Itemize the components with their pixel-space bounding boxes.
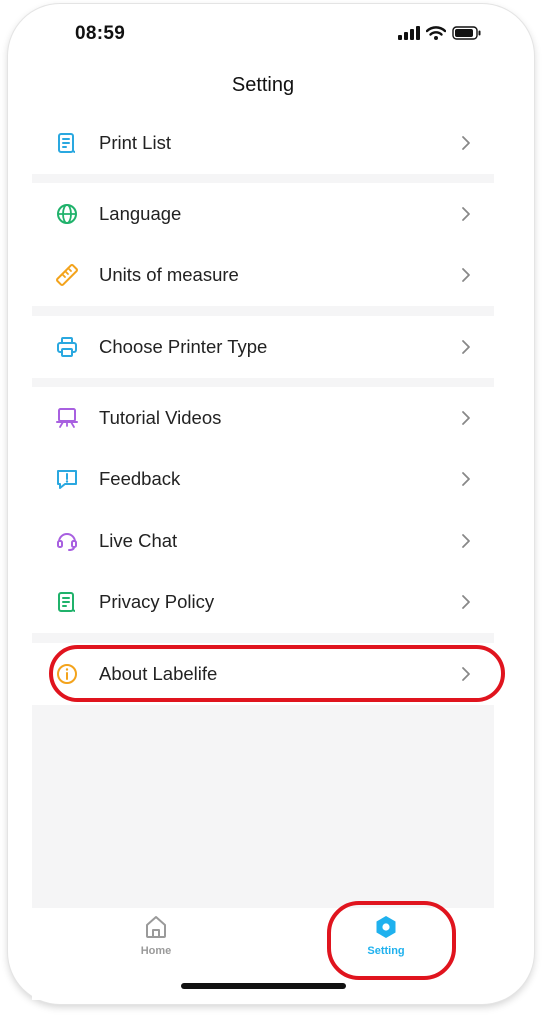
menu-item-privacy-policy[interactable]: Privacy Policy — [32, 572, 494, 634]
chevron-right-icon — [462, 135, 470, 150]
menu-item-label: Choose Printer Type — [99, 335, 268, 357]
battery-icon — [452, 26, 481, 40]
chevron-right-icon — [462, 595, 470, 610]
page-title: Setting — [32, 58, 494, 112]
highlight-about-labelife — [49, 645, 505, 702]
menu-item-printer-type[interactable]: Choose Printer Type — [32, 316, 494, 378]
home-icon — [146, 916, 166, 938]
menu-item-units[interactable]: Units of measure — [32, 245, 494, 307]
settings-screen: Setting Print List Language Units of mea… — [32, 58, 494, 908]
wifi-icon — [426, 26, 446, 40]
tab-home[interactable]: Home — [96, 914, 216, 974]
status-time: 08:59 — [75, 23, 126, 44]
status-bar: 08:59 — [8, 4, 534, 62]
menu-item-tutorial-videos[interactable]: Tutorial Videos — [32, 387, 494, 449]
chevron-right-icon — [462, 410, 470, 425]
globe-icon — [55, 202, 79, 226]
settings-group-1: Print List — [32, 112, 494, 174]
status-icons — [398, 26, 482, 40]
menu-item-label: Privacy Policy — [99, 591, 215, 613]
video-presentation-icon — [55, 406, 79, 430]
signal-icon — [398, 26, 420, 40]
chevron-right-icon — [462, 533, 470, 548]
headset-icon — [55, 529, 79, 553]
menu-item-label: Feedback — [99, 468, 181, 490]
menu-item-label: Units of measure — [99, 264, 239, 286]
menu-item-label: Live Chat — [99, 529, 178, 551]
settings-group-3: Choose Printer Type — [32, 316, 494, 378]
ruler-icon — [55, 263, 79, 287]
highlight-setting-tab — [327, 901, 456, 980]
menu-item-label: Print List — [99, 131, 171, 153]
menu-item-live-chat[interactable]: Live Chat — [32, 510, 494, 572]
policy-document-icon — [55, 590, 79, 614]
printer-icon — [55, 335, 79, 359]
tab-home-label: Home — [140, 945, 172, 957]
document-list-icon — [55, 131, 79, 155]
menu-item-label: Language — [99, 202, 182, 224]
menu-item-label: Tutorial Videos — [99, 406, 222, 428]
menu-item-print-list[interactable]: Print List — [32, 112, 494, 174]
feedback-bubble-icon — [55, 467, 79, 491]
chevron-right-icon — [462, 339, 470, 354]
chevron-right-icon — [462, 472, 470, 487]
menu-item-language[interactable]: Language — [32, 183, 494, 245]
chevron-right-icon — [462, 268, 470, 283]
home-indicator — [181, 983, 346, 989]
chevron-right-icon — [462, 206, 470, 221]
settings-group-4: Tutorial Videos Feedback Live Chat Priva… — [32, 387, 494, 633]
menu-item-feedback[interactable]: Feedback — [32, 449, 494, 511]
settings-group-2: Language Units of measure — [32, 183, 494, 306]
